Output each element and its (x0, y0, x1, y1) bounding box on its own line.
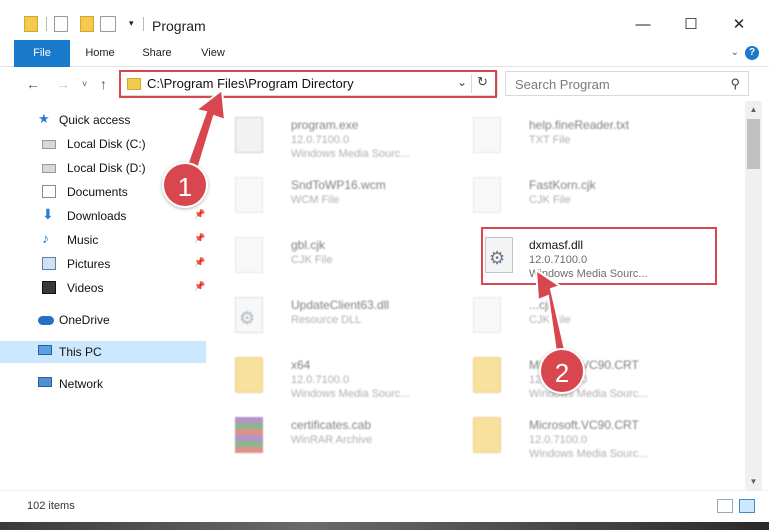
list-item[interactable]: certificates.cab WinRAR Archive (215, 407, 445, 465)
file-icon (473, 177, 501, 213)
divider (143, 17, 144, 31)
star-icon: ★ (38, 111, 50, 126)
search-input[interactable]: Search Program ⚲ (505, 71, 749, 96)
sidebar-item-pictures[interactable]: Pictures 📌 (0, 253, 206, 275)
ribbon-tabs: File Home Share View ⌄ ? (0, 40, 769, 67)
list-item[interactable]: Microsoft.VC90.CRT 12.0.7100.0 Windows M… (453, 407, 683, 465)
exe-icon (235, 117, 263, 153)
tab-share[interactable]: Share (134, 40, 180, 67)
close-icon[interactable]: ✕ (716, 10, 762, 40)
tab-view[interactable]: View (192, 40, 234, 67)
list-item[interactable]: UpdateClient63.dll Resource DLL (215, 287, 445, 345)
search-icon[interactable]: ⚲ (730, 76, 740, 92)
back-arrow-icon[interactable]: ← (26, 76, 40, 92)
recent-locations-icon[interactable]: ˅ (82, 79, 87, 89)
pin-icon[interactable]: 📌 (194, 257, 205, 268)
downloads-icon: ⬇ (42, 206, 54, 222)
network-icon (38, 377, 52, 387)
divider (46, 17, 47, 31)
drive-icon (42, 164, 56, 173)
list-item[interactable]: gbl.cjk CJK File (215, 227, 445, 285)
navigation-pane: ★ Quick access Local Disk (C:) Local Dis… (0, 101, 210, 490)
list-item[interactable]: x64 12.0.7100.0 Windows Media Sourc... (215, 347, 445, 405)
file-highlight-box (481, 227, 717, 285)
sidebar-item-local-disk-c[interactable]: Local Disk (C:) (0, 133, 206, 155)
desktop-background-strip (0, 522, 769, 530)
scroll-up-icon[interactable]: ▲ (745, 105, 762, 114)
title-bar: ▾ Program — ☐ ✕ (0, 0, 769, 40)
tab-file[interactable]: File (14, 40, 70, 67)
drive-icon (42, 140, 56, 149)
folder-icon (473, 357, 501, 393)
window-title: Program (152, 18, 206, 34)
dll-gear-icon (235, 297, 263, 333)
folder-icon (473, 417, 501, 453)
chevron-down-icon[interactable]: ▾ (129, 18, 134, 29)
new-folder-icon[interactable] (80, 16, 94, 32)
item-count: 102 items (27, 500, 75, 512)
help-icon[interactable]: ? (745, 46, 759, 60)
pin-icon[interactable]: 📌 (194, 209, 205, 220)
details-view-icon[interactable] (717, 499, 733, 513)
properties-icon[interactable] (54, 16, 68, 32)
vertical-scrollbar[interactable]: ▲ ▼ (745, 101, 762, 490)
minimize-icon[interactable]: — (620, 10, 666, 40)
customize-toolbar-icon[interactable] (100, 16, 116, 32)
sidebar-item-music[interactable]: ♪ Music 📌 (0, 229, 206, 251)
list-item[interactable]: SndToWP16.wcm WCM File (215, 167, 445, 225)
forward-arrow-icon[interactable]: → (56, 76, 70, 92)
search-placeholder: Search Program (515, 77, 610, 92)
music-icon: ♪ (42, 230, 49, 246)
file-icon (235, 177, 263, 213)
expand-ribbon-icon[interactable]: ⌄ (731, 47, 739, 58)
documents-icon (42, 185, 56, 198)
list-item[interactable]: program.exe 12.0.7100.0 Windows Media So… (215, 107, 445, 165)
videos-icon (42, 281, 56, 294)
pictures-icon (42, 257, 56, 270)
list-item[interactable]: ...cjk CJK File (453, 287, 683, 345)
sidebar-item-this-pc[interactable]: This PC (0, 341, 206, 363)
archive-icon (235, 417, 263, 453)
tab-home[interactable]: Home (78, 40, 122, 67)
sidebar-item-onedrive[interactable]: OneDrive (0, 309, 206, 331)
folder-icon (24, 16, 38, 32)
file-list: program.exe 12.0.7100.0 Windows Media So… (215, 101, 745, 490)
pin-icon[interactable]: 📌 (194, 233, 205, 244)
list-item[interactable]: FastKorn.cjk CJK File (453, 167, 683, 225)
status-bar: 102 items (0, 490, 769, 522)
address-highlight-box (119, 70, 497, 98)
sidebar-item-quick-access[interactable]: ★ Quick access (0, 109, 206, 131)
file-icon (473, 297, 501, 333)
up-arrow-icon[interactable]: ↑ (100, 76, 107, 92)
callout-badge-1: 1 (162, 162, 208, 208)
file-icon (235, 237, 263, 273)
folder-icon (235, 357, 263, 393)
scroll-thumb[interactable] (747, 119, 760, 169)
list-item[interactable]: help.fineReader.txt TXT File (453, 107, 683, 165)
sidebar-item-network[interactable]: Network (0, 373, 206, 395)
text-file-icon (473, 117, 501, 153)
sidebar-item-downloads[interactable]: ⬇ Downloads 📌 (0, 205, 206, 227)
computer-icon (38, 345, 52, 355)
sidebar-item-videos[interactable]: Videos 📌 (0, 277, 206, 299)
maximize-icon[interactable]: ☐ (668, 10, 714, 40)
scroll-down-icon[interactable]: ▼ (745, 477, 762, 486)
cloud-icon (38, 316, 54, 325)
callout-badge-2: 2 (539, 348, 585, 394)
pin-icon[interactable]: 📌 (194, 281, 205, 292)
large-icons-view-icon[interactable] (739, 499, 755, 513)
